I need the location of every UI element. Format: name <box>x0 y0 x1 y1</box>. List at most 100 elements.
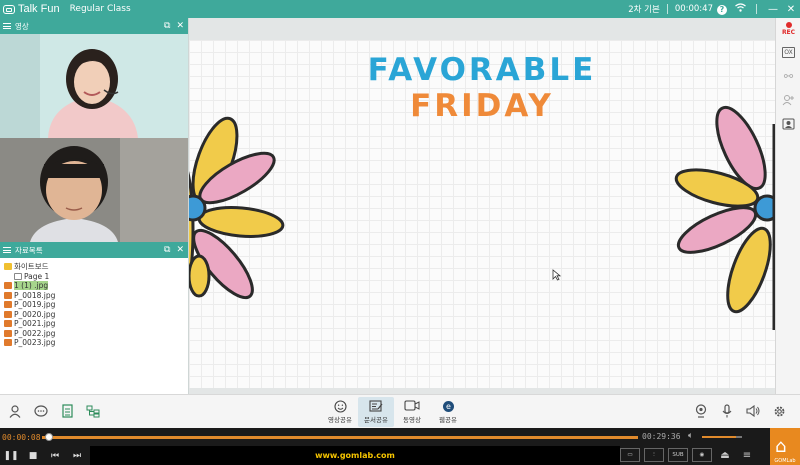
capture-icon[interactable]: ◉ <box>692 448 712 462</box>
resource-item[interactable]: P_0023.jpg <box>0 338 188 348</box>
eject-icon[interactable]: ⏏︎ <box>716 448 734 462</box>
resource-item[interactable]: Page 1 <box>0 272 188 282</box>
invite-user-button[interactable] <box>776 88 800 112</box>
network-icon[interactable] <box>84 402 102 420</box>
seek-handle[interactable] <box>44 433 53 441</box>
bottom-toolbar: 영상공유 문서공유 동영상 e 웹공유 <box>0 394 800 428</box>
previous-icon[interactable]: ⏮︎ <box>44 446 66 465</box>
app-window: Talk Fun Regular Class 2차 기본 00:00:47 ? … <box>0 0 800 465</box>
ox-quiz-icon: OX <box>782 46 795 58</box>
record-label: REC <box>781 29 796 36</box>
popout-icon[interactable]: ⧉ <box>164 245 170 255</box>
user-icon[interactable] <box>6 402 24 420</box>
image-file-icon <box>4 320 12 328</box>
resource-item-label: 화이트보드 <box>14 262 49 272</box>
help-icon[interactable]: ? <box>713 4 731 15</box>
player-right-controls: ▭ ⫶ SUB ◉ ⏏︎ ≡ <box>620 448 756 462</box>
image-file-icon <box>4 310 12 318</box>
share-button-label: 동영상 <box>403 416 421 424</box>
subtitle-sync-icon[interactable]: ▭ <box>620 448 640 462</box>
spreadsheet-icon[interactable] <box>58 402 76 420</box>
title-bar-controls: 2차 기본 00:00:47 ? — ✕ <box>628 0 800 18</box>
resource-item[interactable]: 화이트보드 <box>0 262 188 272</box>
seek-bar[interactable] <box>42 436 638 439</box>
ox-quiz-button[interactable]: OX <box>776 40 800 64</box>
video-camera-button[interactable]: 동영상 <box>394 397 430 427</box>
record-button[interactable]: REC <box>776 18 800 40</box>
whiteboard-area: FAVORABLE FRIDAY <box>189 18 775 394</box>
video-panel-title: 영상 <box>15 21 29 31</box>
minimize-button[interactable]: — <box>764 4 782 15</box>
share-button-label: 영상공유 <box>328 416 352 424</box>
resource-item-label: Page 1 <box>24 271 50 281</box>
document-share-icon <box>369 400 383 414</box>
document-share-button[interactable]: 문서공유 <box>358 397 394 427</box>
next-icon[interactable]: ⏭︎ <box>66 446 88 465</box>
right-toolbar: REC OX ⚯ <box>775 18 800 394</box>
image-file-icon <box>4 339 12 347</box>
title-bar: Talk Fun Regular Class 2차 기본 00:00:47 ? … <box>0 0 800 18</box>
resource-item[interactable]: P_0020.jpg <box>0 310 188 320</box>
share-toolbar: 영상공유 문서공유 동영상 e 웹공유 <box>322 397 466 427</box>
video-panel-header: 영상 ⧉ ✕ <box>0 18 188 34</box>
student-video <box>0 138 188 242</box>
ox-label: OX <box>784 48 793 56</box>
close-icon[interactable]: ✕ <box>176 21 184 31</box>
teacher-video <box>0 34 188 138</box>
menu-icon[interactable] <box>3 247 11 253</box>
quality-selector[interactable]: 2차 기본 <box>628 3 660 15</box>
resource-item[interactable]: P_0018.jpg <box>0 291 188 301</box>
board-title-line2: FRIDAY <box>410 88 554 124</box>
folder-icon <box>4 263 12 271</box>
resource-item-label: P_0021.jpg <box>14 319 56 329</box>
resource-item[interactable]: P_0021.jpg <box>0 319 188 329</box>
svg-text:e: e <box>446 402 451 411</box>
popout-icon[interactable]: ⧉ <box>164 21 170 31</box>
link-button[interactable]: ⚯ <box>776 64 800 88</box>
pause-icon[interactable]: ❚❚ <box>0 446 22 465</box>
stop-icon[interactable]: ■ <box>22 446 44 465</box>
student-video-frame <box>0 138 188 242</box>
close-window-button[interactable]: ✕ <box>782 4 800 15</box>
resource-list: 화이트보드 Page 11 (1) .jpg P_0018.jpg P_0019.jp… <box>0 258 188 394</box>
gomlab-home-button[interactable]: ⌂ GOMLab <box>770 428 800 465</box>
speaker-icon[interactable] <box>744 402 762 420</box>
page-icon <box>14 272 22 280</box>
link-icon: ⚯ <box>783 69 794 83</box>
resource-item[interactable]: 1 (1) .jpg <box>0 281 188 291</box>
microphone-icon[interactable] <box>718 402 736 420</box>
webcam-icon[interactable] <box>692 402 710 420</box>
gallery-button[interactable] <box>776 112 800 136</box>
close-icon[interactable]: ✕ <box>176 245 184 255</box>
settings-gear-icon[interactable] <box>770 402 788 420</box>
smile-icon <box>333 400 347 414</box>
resource-panel-header: 자료목록 ⧉ ✕ <box>0 242 188 258</box>
brand-name: Talk Fun <box>18 3 60 15</box>
whiteboard-canvas[interactable]: FAVORABLE FRIDAY <box>189 40 775 388</box>
image-file-icon <box>4 282 12 290</box>
video-camera-icon <box>404 400 420 414</box>
volume-icon[interactable]: 🔈︎ <box>688 431 693 441</box>
share-button-label: 문서공유 <box>364 416 388 424</box>
resource-panel-title: 자료목록 <box>15 245 43 255</box>
add-user-icon <box>782 95 794 106</box>
class-name: Regular Class <box>69 4 131 14</box>
chat-icon[interactable] <box>32 402 50 420</box>
image-file-icon <box>4 291 12 299</box>
resource-item[interactable]: P_0022.jpg <box>0 329 188 339</box>
equalizer-icon[interactable]: ⫶ <box>644 448 664 462</box>
player-url-banner[interactable]: www.gomlab.com <box>90 446 620 465</box>
resource-item-label: P_0022.jpg <box>14 328 56 338</box>
subtitle-button[interactable]: SUB <box>668 448 688 462</box>
smile-button[interactable]: 영상공유 <box>322 397 358 427</box>
web-share-button[interactable]: e 웹공유 <box>430 397 466 427</box>
talkfun-logo-icon <box>3 4 15 14</box>
wifi-icon <box>731 3 749 15</box>
current-time: 00:00:08 <box>2 432 41 442</box>
record-icon <box>785 22 792 28</box>
total-time: 00:29:36 <box>642 432 681 441</box>
menu-icon[interactable] <box>3 23 11 29</box>
resource-item[interactable]: P_0019.jpg <box>0 300 188 310</box>
divider <box>756 4 757 14</box>
playlist-menu-icon[interactable]: ≡ <box>738 448 756 462</box>
